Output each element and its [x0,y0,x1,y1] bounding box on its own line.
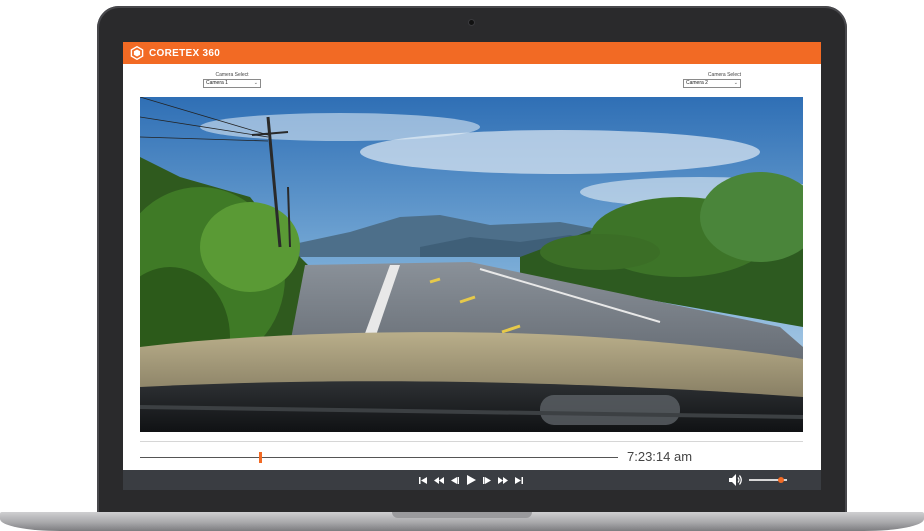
fast-forward-icon [498,476,508,484]
camera-select-right: Camera Select Camera 2 ⌄ [683,72,741,88]
skip-start-button[interactable] [415,470,431,490]
chevron-down-icon: ⌄ [253,80,258,86]
camera-select-label: Camera Select [215,72,249,78]
step-forward-icon [483,476,491,484]
video-player[interactable] [140,97,803,432]
step-back-button[interactable] [447,470,463,490]
skip-start-icon [419,476,427,484]
camera-select-value: Camera 1 [206,80,228,86]
chevron-down-icon: ⌄ [733,80,738,86]
timeline-playhead[interactable] [258,452,262,463]
skip-end-button[interactable] [511,470,527,490]
camera-select-dropdown[interactable]: Camera 2 ⌄ [683,79,741,88]
step-back-icon [451,476,459,484]
hexagon-logo-icon [130,46,144,60]
timeline-track[interactable] [140,457,618,458]
camera-select-value: Camera 2 [686,80,708,86]
rewind-icon [434,476,444,484]
dashcam-road-view-image [140,97,803,432]
skip-end-icon [515,476,523,484]
camera-select-label: Camera Select [707,72,741,78]
step-forward-button[interactable] [479,470,495,490]
volume-icon[interactable] [729,474,743,486]
fast-forward-button[interactable] [495,470,511,490]
webcam-icon [469,20,474,25]
timeline-timestamp: 7:23:14 am [627,449,693,464]
app-screen: CORETEX 360 Camera Select Camera 1 ⌄ Cam… [123,42,821,490]
screen-bezel [123,490,821,504]
brand-name: CORETEX 360 [149,47,221,59]
player-controls-bar [123,470,821,490]
rewind-button[interactable] [431,470,447,490]
playback-controls [415,470,527,490]
play-button[interactable] [463,470,479,490]
camera-select-left: Camera Select Camera 1 ⌄ [203,72,261,88]
laptop-hinge-notch [392,512,532,518]
play-icon [466,475,476,485]
app-header: CORETEX 360 [123,42,821,64]
volume-slider-knob[interactable] [778,477,785,483]
timeline-divider [140,441,803,442]
camera-select-dropdown[interactable]: Camera 1 ⌄ [203,79,261,88]
